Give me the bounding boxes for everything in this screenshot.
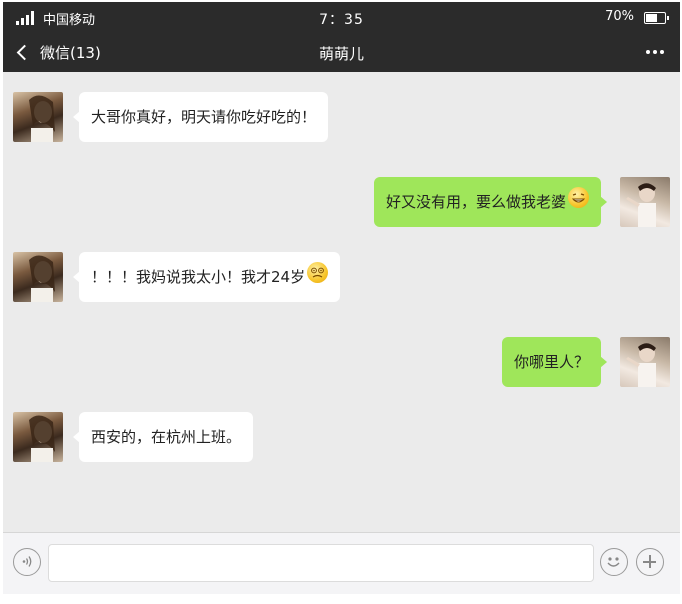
message-text: ！！！我妈说我太小！我才24岁 xyxy=(91,268,306,286)
message-bubble-incoming[interactable]: 西安的，在杭州上班。 xyxy=(72,412,254,462)
message-text: 大哥你真好，明天请你吃好吃的！ xyxy=(91,108,317,126)
message-bubble-incoming[interactable]: 大哥你真好，明天请你吃好吃的！ xyxy=(72,92,329,142)
message-bubble-outgoing[interactable]: 你哪里人？ xyxy=(501,337,608,387)
contact-avatar[interactable] xyxy=(13,252,63,302)
plus-icon[interactable] xyxy=(636,548,664,576)
status-bar: 中国移动 7：35 70% xyxy=(3,2,680,32)
contact-avatar[interactable] xyxy=(13,412,63,462)
nav-bar: 微信(13) 萌萌儿 xyxy=(3,32,680,72)
voice-icon[interactable] xyxy=(13,548,41,576)
battery-icon xyxy=(644,12,669,24)
message-text: 好又没有用，要么做我老婆 xyxy=(385,193,566,211)
message-text: 你哪里人？ xyxy=(513,353,589,371)
smile-icon[interactable] xyxy=(600,548,628,576)
dizzy-emoji xyxy=(307,262,329,283)
my-avatar[interactable] xyxy=(620,337,670,387)
message-bubble-incoming[interactable]: ！！！我妈说我太小！我才24岁 xyxy=(72,252,341,302)
message-bubble-outgoing[interactable]: 好又没有用，要么做我老婆 xyxy=(373,177,608,227)
contact-avatar[interactable] xyxy=(13,92,63,142)
input-bar xyxy=(3,532,680,594)
chat-screen: 中国移动 7：35 70% 微信(13) 萌萌儿 大哥你真好，明天请你吃好吃的！… xyxy=(3,2,680,594)
grin-emoji xyxy=(568,187,589,208)
status-time: 7：35 xyxy=(319,12,364,28)
message-text: 西安的，在杭州上班。 xyxy=(91,428,242,446)
chat-title: 萌萌儿 xyxy=(318,45,364,63)
my-avatar[interactable] xyxy=(620,177,670,227)
message-input[interactable] xyxy=(48,544,594,582)
battery-percent: 70% xyxy=(605,9,634,24)
more-dots-icon[interactable] xyxy=(646,50,666,56)
message-list[interactable]: 大哥你真好，明天请你吃好吃的！ 好又没有用，要么做我老婆 ！！！我妈说我太小！我… xyxy=(3,72,680,532)
